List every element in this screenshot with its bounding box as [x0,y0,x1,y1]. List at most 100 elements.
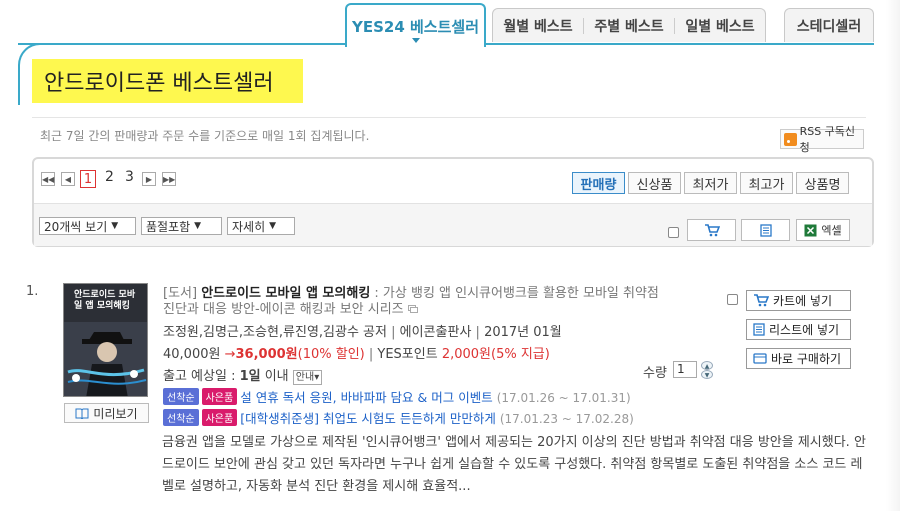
item-checkbox[interactable] [727,294,738,305]
sort-highest-price[interactable]: 최고가 [740,172,793,194]
rss-icon [784,132,797,146]
tab-daily[interactable]: 일별 베스트 [675,16,765,36]
add-to-cart-button[interactable]: 카트에 넣기 [746,290,851,311]
price-sale: 36,000원 [235,347,298,362]
tab-yes24-bestseller[interactable]: YES24 베스트셀러 [345,3,486,47]
sort-sales[interactable]: 판매량 [572,172,625,194]
chevron-down-icon: ▼ [111,221,119,231]
soldout-value: 품절포함 [146,219,191,234]
list-icon [753,323,765,336]
last-page-button[interactable]: ▶▶ [162,172,176,186]
view-count-select[interactable]: 20개씩 보기 ▼ [39,217,136,235]
soldout-select[interactable]: 품절포함 ▼ [141,217,222,235]
new-window-icon[interactable] [407,305,418,313]
item-title-line-2: 진단과 대응 방안-에이콘 해킹과 보안 시리즈 [163,298,418,317]
event-link-1[interactable]: 설 연휴 독서 응원, 바바파파 담요 & 머그 이벤트 [240,390,493,405]
ship-info-button[interactable]: 안내▾ [292,370,323,385]
rss-subscribe-button[interactable]: RSS 구독신청 [780,125,864,154]
ship-suffix: 이내 [260,369,289,384]
event-dates-2: (17.01.23 ~ 17.02.28) [499,412,634,426]
price-line: 40,000원 →36,000원(10% 할인) | YES포인트 2,000원… [163,343,550,362]
page-description: 최근 7일 간의 판매량과 주문 수를 기준으로 매일 1회 집계됩니다. [40,129,370,143]
ship-value: 1일 [239,369,261,384]
event-line-1: 선착순 사은품 설 연휴 독서 응원, 바바파파 담요 & 머그 이벤트 (17.0… [163,387,631,406]
chevron-down-icon: ▼ [269,221,277,231]
page-title: 안드로이드폰 베스트셀러 [32,59,303,103]
list-icon [759,223,772,237]
price-original: 40,000원 [163,347,221,362]
event-line-2: 선착순 사은품 [대학생취준생] 취업도 시험도 든든하게 만만하게 (17.01.… [163,408,634,427]
caret-down-icon [411,38,420,43]
detail-value: 자세히 [232,219,266,234]
prev-page-button[interactable]: ◀ [61,172,75,186]
points-value: 2,000원 [441,347,492,362]
quantity-down-icon[interactable]: ▼ [701,370,713,379]
left-icon: ◀ [64,175,72,184]
tab-label: YES24 베스트셀러 [351,17,479,36]
add-to-list-button[interactable]: 리스트에 넣기 [746,319,851,340]
add-selected-to-list-button[interactable] [741,219,790,241]
sort-new[interactable]: 신상품 [628,172,681,194]
cart-icon [704,223,720,236]
book-open-icon [75,408,89,419]
chevron-down-icon: ▼ [194,221,202,231]
points-rate: (5% 지급) [491,347,550,362]
excel-label: 엑셀 [821,224,842,237]
quantity-input[interactable]: 1 [673,361,697,378]
excel-export-button[interactable]: 엑셀 [796,219,850,241]
cart-icon [754,294,769,307]
tab-group-period: 월별 베스트 주별 베스트 일별 베스트 [492,8,766,42]
separator: | [391,325,400,340]
next-page-button[interactable]: ▶ [142,172,156,186]
sort-lowest-price[interactable]: 최저가 [684,172,737,194]
separator: | [475,325,485,340]
ship-info-label: 안내 [295,372,315,383]
author-line: 조정원,김명근,조승현,류진영,김광수 공저 | 에이콘출판사 | 2017년 … [163,321,562,340]
page-2[interactable]: 2 [105,169,114,185]
ship-line: 출고 예상일 : 1일 이내 안내▾ [163,365,323,385]
view-count-value: 20개씩 보기 [44,219,108,234]
buy-now-button[interactable]: 바로 구매하기 [746,348,851,369]
page-1[interactable]: 1 [80,170,96,188]
price-arrow: → [224,347,236,362]
double-left-icon: ◀◀ [42,175,55,184]
tab-weekly[interactable]: 주별 베스트 [584,16,674,36]
event-link-2[interactable]: [대학생취준생] 취업도 시험도 든든하게 만만하게 [240,411,496,426]
cover-title: 안드로이드 모바일 앱 모의해킹 [74,290,136,311]
card-icon [753,353,767,364]
double-right-icon: ▶▶ [163,175,176,184]
event-dates-1: (17.01.26 ~ 17.01.31) [496,391,631,405]
right-icon: ▶ [145,175,153,184]
page-edge-shade [886,0,900,511]
ship-label: 출고 예상일 : [163,369,240,384]
first-page-button[interactable]: ◀◀ [41,172,55,186]
points-label: YES포인트 [377,347,438,362]
select-all-checkbox[interactable] [668,227,679,238]
publish-date: 2017년 01월 [484,325,562,340]
publisher-link[interactable]: 에이콘출판사 [400,325,472,340]
tab-steady-seller[interactable]: 스테디셀러 [784,8,874,42]
cart-label: 카트에 넣기 [773,294,833,308]
cover-hacker-illustration [64,322,147,396]
preview-button[interactable]: 미리보기 [64,403,149,423]
excel-icon [804,224,817,236]
quantity-up-icon[interactable]: ▲ [701,361,713,370]
book-cover[interactable]: 안드로이드 모바일 앱 모의해킹 [63,283,148,397]
badge-first-come: 선착순 [163,388,199,405]
tab-monthly[interactable]: 월별 베스트 [493,16,583,36]
sort-name[interactable]: 상품명 [796,172,849,194]
page-3[interactable]: 3 [125,169,134,185]
detail-select[interactable]: 자세히 ▼ [227,217,295,235]
item-rank: 1. [26,284,39,299]
badge-first-come: 선착순 [163,409,199,426]
divider [32,117,866,118]
book-summary: 금융권 앱을 모델로 가상으로 제작된 '인시큐어뱅크' 앱에서 제공되는 20… [162,435,866,494]
authors-link[interactable]: 조정원,김명근,조승현,류진영,김광수 공저 [163,325,387,340]
rss-label: RSS 구독신청 [799,125,856,154]
list-label: 리스트에 넣기 [769,323,840,337]
badge-gift: 사은품 [201,409,238,426]
quantity-label: 수량 [643,366,667,381]
book-subtitle-2: 진단과 대응 방안-에이콘 해킹과 보안 시리즈 [163,302,404,317]
badge-gift: 사은품 [201,388,238,405]
add-selected-to-cart-button[interactable] [687,219,736,241]
